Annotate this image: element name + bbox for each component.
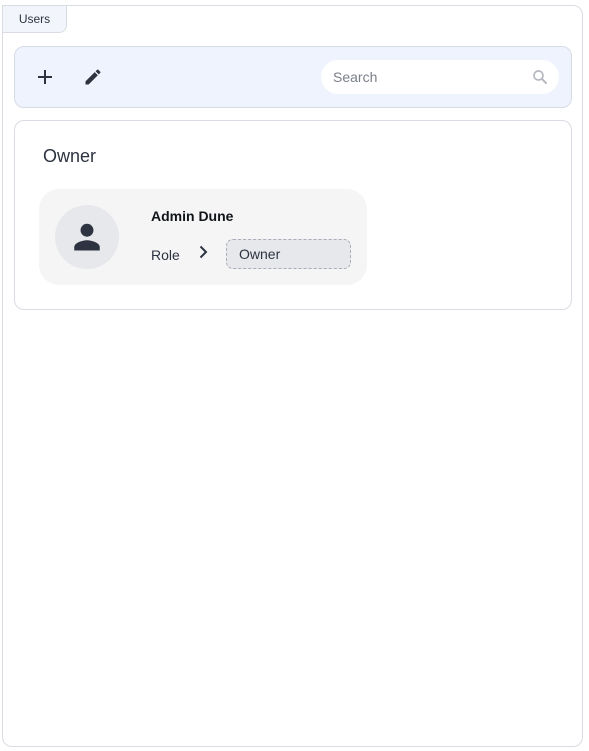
edit-button[interactable]: [78, 62, 108, 92]
search-input[interactable]: [333, 60, 523, 94]
avatar: [55, 205, 119, 269]
chevron-right-icon: [199, 245, 208, 259]
search-box: [321, 60, 559, 94]
tab-users-label: Users: [18, 12, 51, 26]
pencil-icon: [85, 69, 101, 85]
user-name: Admin Dune: [151, 208, 234, 224]
role-label: Role: [151, 247, 180, 263]
toolbar: [14, 46, 572, 108]
role-chip[interactable]: Owner: [226, 239, 351, 269]
add-button[interactable]: [30, 62, 60, 92]
group-title: Owner: [43, 146, 97, 166]
search-icon[interactable]: [531, 68, 549, 86]
role-chip-label: Owner: [239, 246, 281, 262]
user-card[interactable]: Admin Dune Role Owner: [39, 189, 367, 285]
person-icon: [74, 223, 100, 251]
users-panel: [2, 5, 583, 747]
tab-users[interactable]: Users: [2, 5, 67, 33]
plus-icon: [38, 70, 52, 84]
owner-group: Owner Admin Dune Role Owner: [14, 120, 572, 310]
